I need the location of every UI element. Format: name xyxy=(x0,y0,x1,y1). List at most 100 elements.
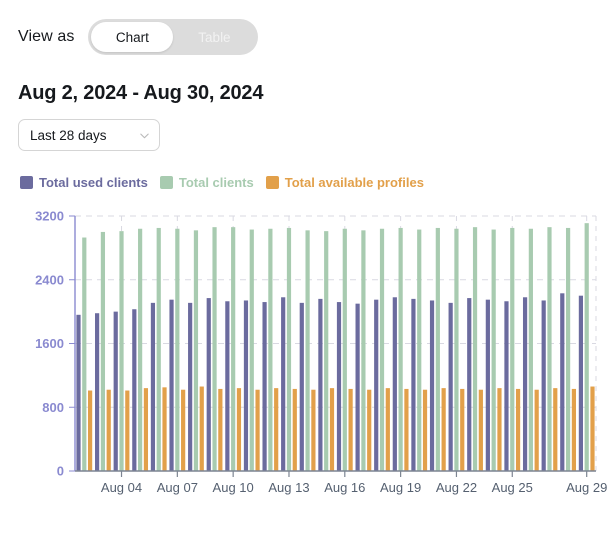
bar[interactable] xyxy=(255,389,260,471)
bar[interactable] xyxy=(454,228,459,471)
bar[interactable] xyxy=(175,228,180,471)
bar[interactable] xyxy=(236,388,242,472)
bar[interactable] xyxy=(467,298,472,471)
bar[interactable] xyxy=(541,300,546,471)
tab-chart[interactable]: Chart xyxy=(91,22,174,52)
y-axis-tick-label: 3200 xyxy=(35,209,64,224)
bar[interactable] xyxy=(218,388,223,471)
bar[interactable] xyxy=(374,299,379,471)
bar[interactable] xyxy=(292,388,297,471)
bar[interactable] xyxy=(417,229,422,471)
bar[interactable] xyxy=(138,228,143,471)
bar[interactable] xyxy=(385,388,390,472)
bar[interactable] xyxy=(262,302,267,471)
tab-table[interactable]: Table xyxy=(173,22,255,52)
date-range-select[interactable]: Last 28 days xyxy=(18,119,160,151)
bar[interactable] xyxy=(522,297,528,471)
bar[interactable] xyxy=(534,389,539,471)
bar[interactable] xyxy=(422,389,428,471)
bar[interactable] xyxy=(392,297,397,471)
y-axis-tick-label: 2400 xyxy=(35,272,64,287)
bar[interactable] xyxy=(318,298,323,472)
bar[interactable] xyxy=(125,390,130,471)
bar[interactable] xyxy=(528,228,533,471)
bar[interactable] xyxy=(225,301,230,471)
bar[interactable] xyxy=(88,390,93,471)
bar[interactable] xyxy=(206,298,211,471)
bar[interactable] xyxy=(181,389,186,471)
bar[interactable] xyxy=(560,293,565,471)
legend-item-total-clients[interactable]: Total clients xyxy=(159,175,254,190)
bar[interactable] xyxy=(478,389,483,471)
y-axis-tick-label: 0 xyxy=(57,464,64,479)
bar[interactable] xyxy=(398,227,403,471)
bar[interactable] xyxy=(336,302,342,471)
bar[interactable] xyxy=(578,295,583,471)
bar[interactable] xyxy=(324,231,329,471)
bar[interactable] xyxy=(584,223,589,471)
bar[interactable] xyxy=(441,388,446,472)
bar[interactable] xyxy=(281,297,286,471)
bar[interactable] xyxy=(188,302,193,471)
bar[interactable] xyxy=(199,386,204,471)
bar[interactable] xyxy=(212,227,217,471)
bar[interactable] xyxy=(268,228,273,471)
x-axis-tick-label: Aug 07 xyxy=(157,480,198,495)
x-axis-tick-label: Aug 16 xyxy=(324,480,365,495)
chart-legend: Total used clients Total clients Total a… xyxy=(0,151,610,190)
bar[interactable] xyxy=(76,314,81,471)
bar[interactable] xyxy=(497,388,502,472)
bar[interactable] xyxy=(460,388,465,471)
bar[interactable] xyxy=(274,388,279,472)
bar[interactable] xyxy=(106,389,111,471)
bar[interactable] xyxy=(156,227,161,471)
bar[interactable] xyxy=(305,230,310,471)
legend-label: Total clients xyxy=(178,175,254,190)
bar[interactable] xyxy=(82,237,87,471)
bar[interactable] xyxy=(348,388,353,471)
bar[interactable] xyxy=(299,302,304,471)
bar[interactable] xyxy=(231,227,236,471)
bar[interactable] xyxy=(119,231,124,471)
bar[interactable] xyxy=(169,299,174,471)
bar[interactable] xyxy=(193,230,199,471)
bar[interactable] xyxy=(150,302,156,471)
bar[interactable] xyxy=(504,301,509,471)
bar[interactable] xyxy=(448,302,453,471)
bar[interactable] xyxy=(355,303,360,471)
legend-swatch xyxy=(20,176,33,189)
bar[interactable] xyxy=(361,230,366,471)
bar[interactable] xyxy=(286,227,292,471)
legend-item-total-used-clients[interactable]: Total used clients xyxy=(20,175,148,190)
y-axis-tick-label: 1600 xyxy=(35,336,64,351)
legend-item-total-available-profiles[interactable]: Total available profiles xyxy=(265,175,424,190)
bar[interactable] xyxy=(404,388,409,471)
bar[interactable] xyxy=(162,387,167,471)
bar[interactable] xyxy=(329,388,335,472)
bar[interactable] xyxy=(143,388,149,472)
bar[interactable] xyxy=(411,298,416,472)
bar[interactable] xyxy=(243,300,249,471)
bar[interactable] xyxy=(590,386,595,471)
bar[interactable] xyxy=(565,227,571,471)
view-as-segmented-control[interactable]: Chart Table xyxy=(88,19,259,55)
bar[interactable] xyxy=(510,227,515,471)
bar[interactable] xyxy=(311,389,316,471)
bar[interactable] xyxy=(485,299,490,471)
bar[interactable] xyxy=(429,300,435,471)
bar[interactable] xyxy=(132,309,137,471)
bar[interactable] xyxy=(113,311,118,472)
bar[interactable] xyxy=(379,228,385,471)
bar[interactable] xyxy=(515,388,521,471)
bar[interactable] xyxy=(100,231,106,471)
bar[interactable] xyxy=(472,227,478,471)
bar[interactable] xyxy=(491,229,496,471)
bar[interactable] xyxy=(367,389,372,471)
bar[interactable] xyxy=(249,229,254,471)
bar[interactable] xyxy=(571,388,576,471)
bar[interactable] xyxy=(95,313,100,471)
bar[interactable] xyxy=(342,228,347,471)
bar[interactable] xyxy=(547,227,552,471)
bar[interactable] xyxy=(435,227,440,471)
bar[interactable] xyxy=(553,388,558,472)
